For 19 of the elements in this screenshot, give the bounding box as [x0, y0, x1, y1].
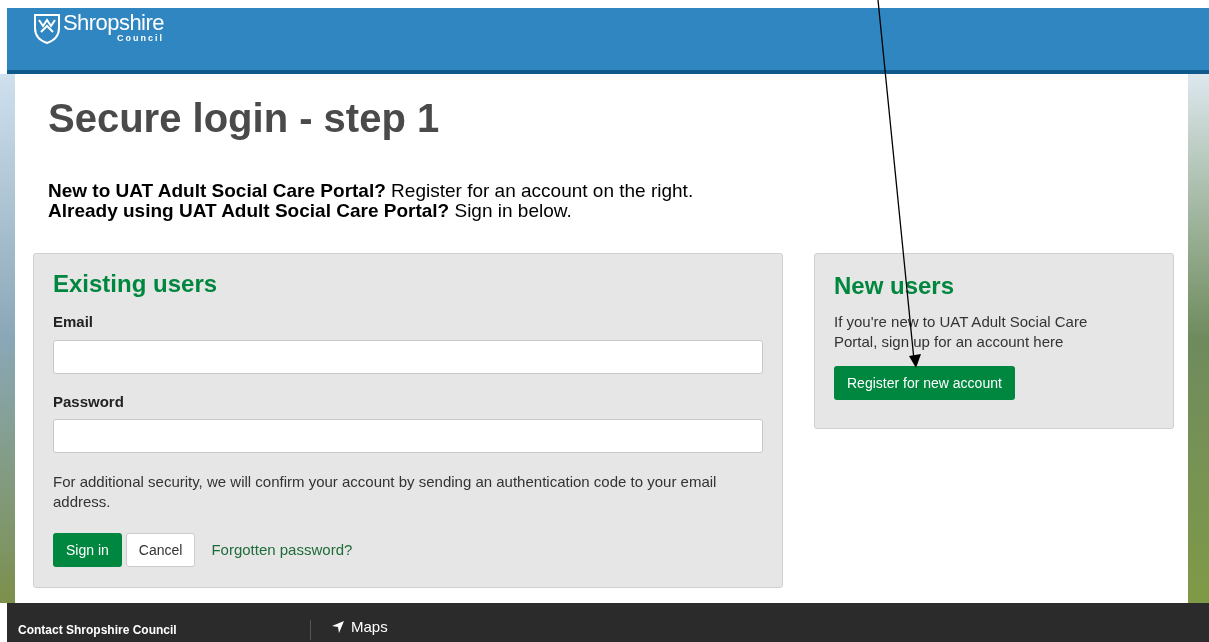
logo-subtext: Council: [116, 34, 164, 43]
cancel-button[interactable]: Cancel: [125, 533, 196, 567]
page-title: Secure login - step 1: [48, 98, 441, 138]
sign-in-button[interactable]: Sign in: [53, 533, 122, 567]
field-label: Email: [53, 312, 95, 332]
maps-link[interactable]: Maps: [351, 618, 388, 636]
field-label: Password: [53, 391, 125, 412]
contact-link[interactable]: Contact Shropshire Council: [18, 621, 310, 639]
security-note: For additional security, we will confirm your account by sending an authentication code to your email address.: [53, 472, 718, 512]
section-heading: Existing users: [53, 272, 219, 296]
input-field[interactable]: [53, 339, 763, 374]
navigation-arrow-icon: [331, 620, 345, 634]
intro-text: New to UAT Adult Social Care Portal? Register for an account on the right.: [48, 181, 695, 201]
logo-text: Shropshire: [63, 12, 164, 34]
register-button[interactable]: Register for new account: [834, 366, 1015, 400]
intro-text: Already using UAT Adult Social Care Portal? Sign in below.: [48, 201, 573, 221]
shield-crest-icon: [33, 12, 61, 44]
input-field[interactable]: [53, 419, 763, 453]
forgotten-password-link[interactable]: Forgotten password?: [211, 538, 353, 562]
